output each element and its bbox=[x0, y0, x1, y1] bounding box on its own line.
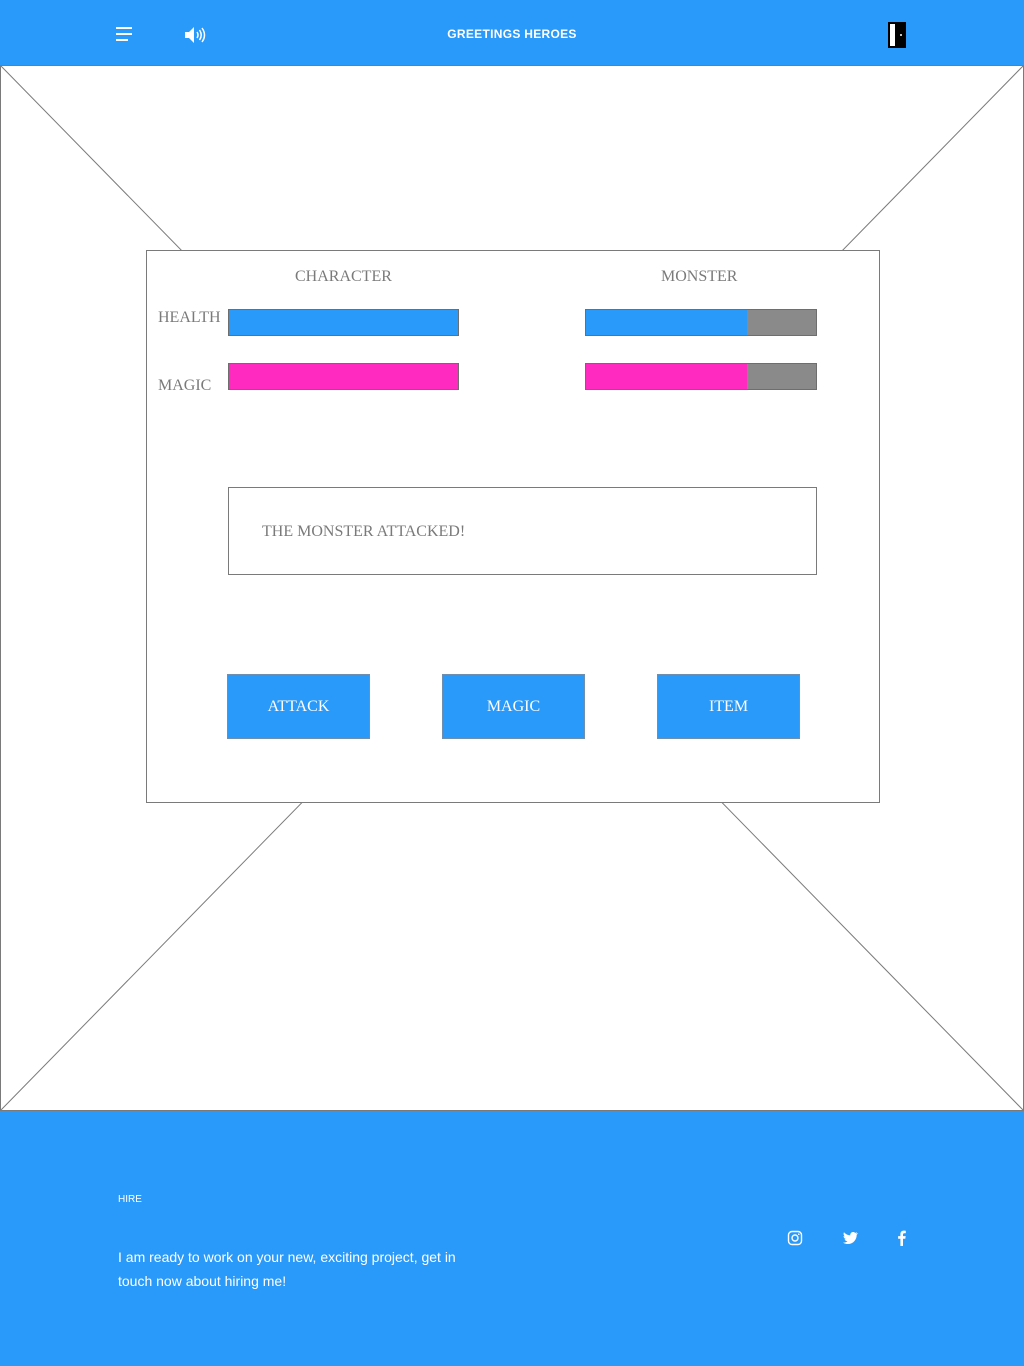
facebook-icon[interactable] bbox=[893, 1229, 911, 1247]
footer: HIRE I am ready to work on your new, exc… bbox=[0, 1111, 1024, 1366]
page-title: GREETINGS HEROES bbox=[447, 27, 577, 41]
monster-heading: MONSTER bbox=[661, 268, 738, 285]
character-magic-bar bbox=[228, 363, 459, 390]
monster-health-fill bbox=[586, 310, 747, 335]
game-stage: CHARACTER MONSTER HEALTH MAGIC THE MONST… bbox=[0, 65, 1024, 1111]
monster-magic-bar bbox=[585, 363, 817, 390]
item-button[interactable]: ITEM bbox=[657, 674, 800, 739]
hire-label: HIRE bbox=[118, 1194, 142, 1205]
magic-button[interactable]: MAGIC bbox=[442, 674, 585, 739]
top-navbar: GREETINGS HEROES bbox=[0, 0, 1024, 65]
character-health-fill bbox=[229, 310, 458, 335]
magic-label: MAGIC bbox=[158, 377, 212, 394]
character-health-bar bbox=[228, 309, 459, 336]
hire-text: I am ready to work on your new, exciting… bbox=[118, 1249, 456, 1289]
twitter-icon[interactable] bbox=[841, 1229, 859, 1247]
character-magic-fill bbox=[229, 364, 458, 389]
attack-button[interactable]: ATTACK bbox=[227, 674, 370, 739]
battle-panel: CHARACTER MONSTER HEALTH MAGIC THE MONST… bbox=[146, 250, 880, 803]
health-label: HEALTH bbox=[158, 309, 221, 326]
monster-magic-fill bbox=[586, 364, 747, 389]
instagram-icon[interactable] bbox=[786, 1229, 804, 1247]
battle-message-box: THE MONSTER ATTACKED! bbox=[228, 487, 817, 575]
character-heading: CHARACTER bbox=[295, 268, 392, 285]
battle-message: THE MONSTER ATTACKED! bbox=[262, 523, 466, 540]
door-exit-icon[interactable] bbox=[886, 21, 908, 49]
monster-health-bar bbox=[585, 309, 817, 336]
